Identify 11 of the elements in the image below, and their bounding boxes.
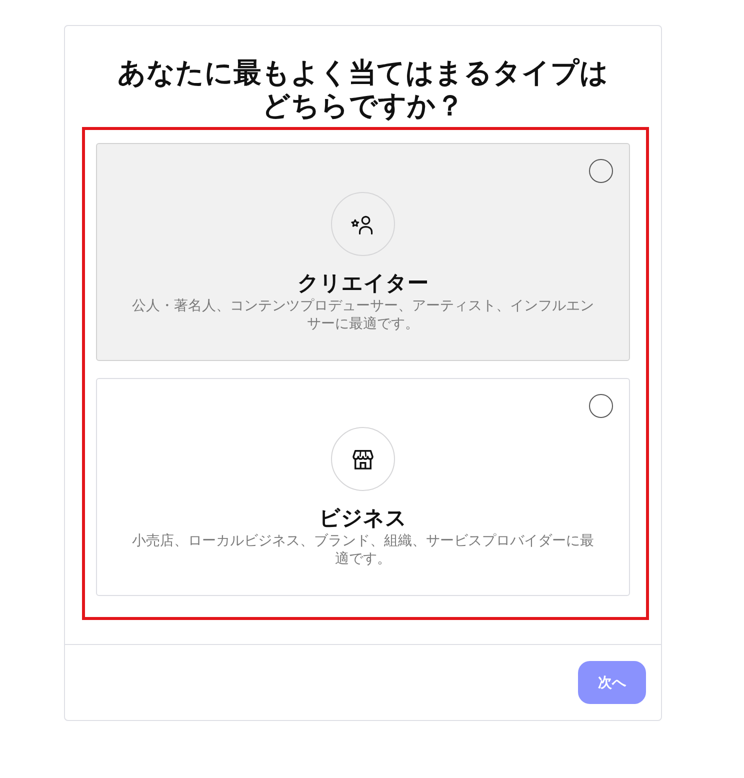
radio-button[interactable] [589, 159, 613, 183]
radio-button[interactable] [589, 394, 613, 418]
option-description: 公人・著名人、コンテンツプロデューサー、アーティスト、インフルエンサーに最適です。 [131, 297, 595, 333]
option-card[interactable]: ビジネス 小売店、ローカルビジネス、ブランド、組織、サービスプロバイダーに最適です。 [96, 378, 630, 596]
option-title: ビジネス [319, 505, 407, 531]
dialog-title: あなたに最もよく当てはまるタイプはどちらですか？ [116, 56, 610, 122]
option-description: 小売店、ローカルビジネス、ブランド、組織、サービスプロバイダーに最適です。 [131, 532, 595, 568]
person-star-icon [351, 214, 375, 234]
option-title: クリエイター [298, 270, 428, 296]
option-card[interactable]: クリエイター 公人・著名人、コンテンツプロデューサー、アーティスト、インフルエンサーに最適です。 [96, 143, 630, 361]
storefront-icon [351, 448, 375, 470]
